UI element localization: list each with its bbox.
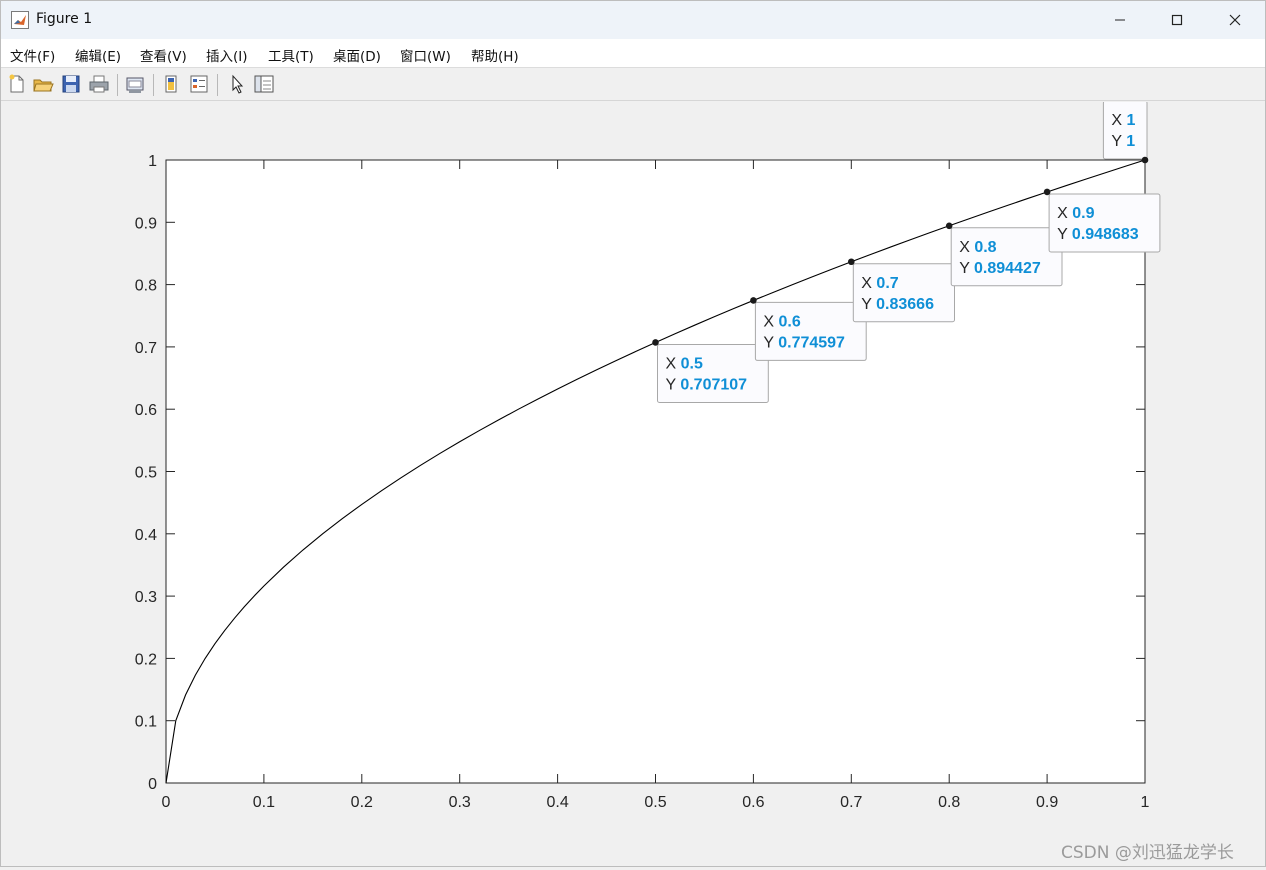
maximize-icon xyxy=(1171,14,1183,26)
datatip-box xyxy=(657,343,769,403)
datatip-marker[interactable] xyxy=(750,297,757,304)
menu-insert[interactable]: 插入(I) xyxy=(206,45,248,65)
y-tick-label: 0.7 xyxy=(135,340,157,357)
x-tick-label: 0.8 xyxy=(938,794,960,811)
datatip-y-value: Y 0.894427 xyxy=(959,260,1041,277)
toolbar xyxy=(1,69,1265,101)
x-tick-label: 0.9 xyxy=(1036,794,1058,811)
menu-help[interactable]: 帮助(H) xyxy=(471,45,519,65)
datatip-x-value: X 0.7 xyxy=(861,275,898,292)
datatip-box xyxy=(754,301,867,361)
datatip-y-value: Y 0.707107 xyxy=(666,376,748,393)
open-file-icon xyxy=(33,79,54,92)
datatip-box xyxy=(852,263,955,323)
x-tick-label: 0.3 xyxy=(449,794,471,811)
datatip-y-value: Y 1 xyxy=(1111,133,1135,150)
datatip-y-value: Y 0.948683 xyxy=(1057,226,1139,243)
datatip-y-value: Y 0.774597 xyxy=(763,334,845,351)
datatip[interactable]: X 0.9 Y 0.948683 xyxy=(1043,188,1161,253)
datatip-box xyxy=(950,227,1063,287)
datatip-x-value: X 0.6 xyxy=(763,313,800,330)
figure-window: Figure 1 文件(F) 编辑(E) 查看(V) 插入(I) 工具(T) 桌… xyxy=(0,0,1266,867)
minimize-icon xyxy=(1115,19,1125,21)
datatip[interactable]: X 1Y 1 xyxy=(1102,100,1149,164)
minimize-button[interactable] xyxy=(1094,1,1146,39)
title-bar[interactable]: Figure 1 xyxy=(1,1,1265,39)
link-plot-icon xyxy=(126,77,144,93)
toolbar-separator xyxy=(217,74,218,96)
line-chart[interactable]: 0 0.1 0.2 0.3 0.4 0.5 0.6 0.7 0.8 0.9 1 0 0.1 0.2 0.3 0… xyxy=(1,100,1265,866)
new-figure-icon xyxy=(9,74,24,93)
y-tick-label: 0 xyxy=(148,776,157,793)
x-tick-label: 0.7 xyxy=(840,794,862,811)
y-tick-label: 1 xyxy=(148,153,157,170)
x-tick-label: 0.6 xyxy=(742,794,764,811)
menu-window[interactable]: 窗口(W) xyxy=(400,45,451,65)
property-editor-button[interactable] xyxy=(253,73,275,95)
datatip-marker[interactable] xyxy=(1043,188,1051,196)
pointer-button[interactable] xyxy=(226,73,248,95)
menu-desktop[interactable]: 桌面(D) xyxy=(333,45,381,65)
datatip-x-value: X 1 xyxy=(1111,112,1135,129)
x-tick-label: 0.4 xyxy=(546,794,568,811)
datatip-marker[interactable] xyxy=(848,258,855,266)
datatip-marker[interactable] xyxy=(652,339,659,346)
open-file-button[interactable] xyxy=(32,73,54,95)
plot-area: 0 0.1 0.2 0.3 0.4 0.5 0.6 0.7 0.8 0.9 1 0 0.1 0.2 0.3 0… xyxy=(1,100,1265,866)
datatip-x-value: X 0.5 xyxy=(666,355,703,372)
menu-edit[interactable]: 编辑(E) xyxy=(75,45,121,65)
datatip[interactable]: X 0.5 Y 0.707107 xyxy=(652,339,769,403)
close-button[interactable] xyxy=(1209,1,1261,39)
new-figure-button[interactable] xyxy=(6,73,28,95)
y-tick-label: 0.1 xyxy=(135,714,157,731)
x-tick-label: 0.1 xyxy=(253,794,275,811)
legend-icon xyxy=(190,75,208,93)
window-title: Figure 1 xyxy=(36,11,93,27)
x-tick-label: 0 xyxy=(162,794,171,811)
datatip-box xyxy=(1102,100,1148,160)
datatip-marker[interactable] xyxy=(1141,156,1149,164)
menu-file[interactable]: 文件(F) xyxy=(10,45,55,65)
y-tick-label: 0.4 xyxy=(135,527,157,544)
y-tick-label: 0.3 xyxy=(135,589,157,606)
toolbar-separator xyxy=(153,74,154,96)
matlab-logo-icon xyxy=(11,11,29,29)
save-icon xyxy=(62,75,80,93)
datatip-y-value: Y 0.83666 xyxy=(861,296,934,313)
link-plot-button[interactable] xyxy=(124,73,146,95)
datatip-box xyxy=(1048,193,1161,253)
colorbar-icon xyxy=(165,75,177,93)
x-tick-label: 0.5 xyxy=(644,794,666,811)
y-tick-label: 0.6 xyxy=(135,402,157,419)
toolbar-separator xyxy=(117,74,118,96)
datatip-marker[interactable] xyxy=(945,222,953,230)
watermark-text: CSDN @刘迅猛龙学长 xyxy=(1061,843,1234,863)
y-tick-label: 0.8 xyxy=(135,278,157,295)
print-button[interactable] xyxy=(88,73,110,95)
y-tick-label: 0.9 xyxy=(135,215,157,232)
datatip-x-value: X 0.8 xyxy=(959,239,996,256)
y-tick-label: 0.5 xyxy=(135,465,157,482)
y-tick-label: 0.2 xyxy=(135,651,157,668)
pointer-icon xyxy=(232,74,244,94)
datatip[interactable]: X 0.7 Y 0.83666 xyxy=(848,258,955,323)
menu-bar: 文件(F) 编辑(E) 查看(V) 插入(I) 工具(T) 桌面(D) 窗口(W… xyxy=(1,39,1265,93)
x-tick-label: 0.2 xyxy=(351,794,373,811)
colorbar-button[interactable] xyxy=(160,73,182,95)
menu-view[interactable]: 查看(V) xyxy=(140,45,187,65)
maximize-button[interactable] xyxy=(1151,1,1203,39)
print-icon xyxy=(89,75,109,93)
save-button[interactable] xyxy=(60,73,82,95)
legend-button[interactable] xyxy=(188,73,210,95)
datatip[interactable]: X 0.6 Y 0.774597 xyxy=(750,297,867,361)
menu-tools[interactable]: 工具(T) xyxy=(268,45,314,65)
x-tick-label: 1 xyxy=(1141,794,1150,811)
close-icon xyxy=(1229,14,1241,26)
property-editor-icon xyxy=(254,75,274,93)
datatip[interactable]: X 0.8 Y 0.894427 xyxy=(945,222,1063,287)
datatip-x-value: X 0.9 xyxy=(1057,205,1094,222)
